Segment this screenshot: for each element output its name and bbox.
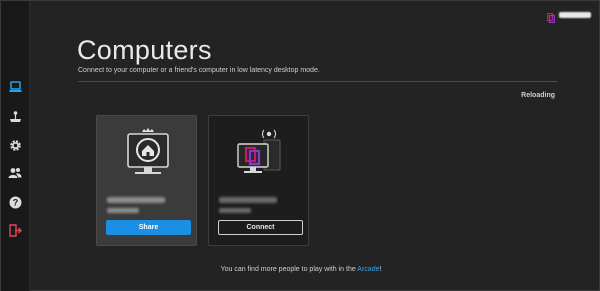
- svg-text:?: ?: [12, 197, 18, 207]
- arcade-icon[interactable]: [8, 109, 22, 123]
- status-text: Reloading: [521, 92, 555, 99]
- computer-detail-redacted: [107, 208, 139, 213]
- computer-card-guest: Connect: [208, 115, 309, 246]
- computer-name-redacted: [219, 197, 277, 203]
- header-divider: [78, 81, 557, 82]
- friends-icon[interactable]: [8, 166, 22, 180]
- logout-icon[interactable]: [8, 223, 22, 237]
- computer-detail-redacted: [219, 208, 251, 213]
- footer-text-end: !: [379, 266, 382, 273]
- app-window: ? Computers Connect to your computer or …: [0, 0, 600, 291]
- user-menu[interactable]: [546, 9, 591, 24]
- computer-card-host: Share: [96, 115, 197, 246]
- share-button[interactable]: Share: [106, 220, 191, 235]
- help-icon[interactable]: ?: [8, 195, 22, 209]
- parsec-monitor-icon: [234, 128, 284, 180]
- page-title: Computers: [77, 35, 212, 65]
- sidebar: ?: [1, 1, 30, 291]
- arcade-link[interactable]: Arcade: [357, 266, 379, 273]
- gear-icon[interactable]: [8, 138, 22, 152]
- parsec-logo-icon: [546, 10, 556, 24]
- footer-message: You can find more people to play with in…: [1, 266, 600, 273]
- footer-text: You can find more people to play with in…: [220, 266, 358, 273]
- computer-icon[interactable]: [8, 80, 22, 94]
- username-redacted: [559, 12, 591, 18]
- page-subtitle: Connect to your computer or a friend's c…: [78, 67, 320, 74]
- home-monitor-icon: [125, 128, 171, 178]
- computer-name-redacted: [107, 197, 165, 203]
- connect-button[interactable]: Connect: [218, 220, 303, 235]
